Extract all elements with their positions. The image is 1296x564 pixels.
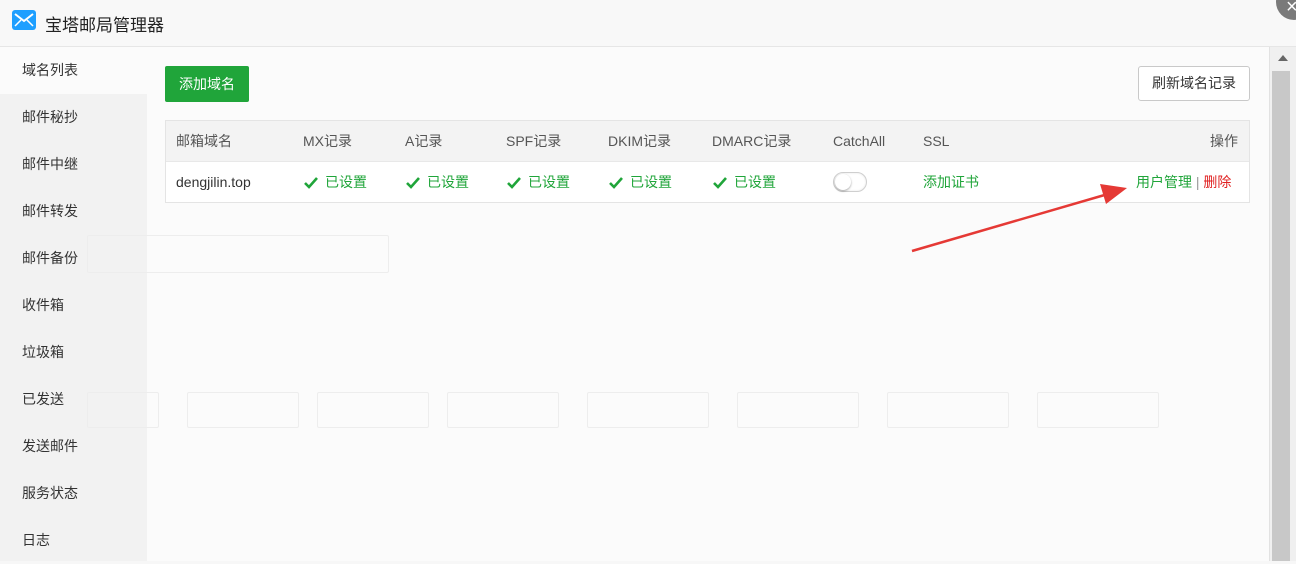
check-icon xyxy=(406,177,420,190)
main-content: 添加域名 刷新域名记录 邮箱域名 MX记录 A记录 SPF记录 DKIM记录 D… xyxy=(87,47,1269,561)
background-overlay-box xyxy=(87,392,159,428)
spf-status: 已设置 xyxy=(506,162,570,202)
refresh-domain-records-button[interactable]: 刷新域名记录 xyxy=(1138,66,1250,101)
background-overlay-box xyxy=(447,392,559,428)
check-icon xyxy=(507,177,521,190)
table-header: 邮箱域名 MX记录 A记录 SPF记录 DKIM记录 DMARC记录 Catch… xyxy=(166,121,1249,162)
background-overlay-box xyxy=(317,392,429,428)
catchall-toggle[interactable] xyxy=(833,172,867,192)
dkim-status-text: 已设置 xyxy=(630,174,672,190)
domain-table: 邮箱域名 MX记录 A记录 SPF记录 DKIM记录 DMARC记录 Catch… xyxy=(165,120,1250,203)
mx-status: 已设置 xyxy=(303,162,367,202)
sidebar-item-spam[interactable]: 垃圾箱 xyxy=(0,329,147,376)
header-catchall: CatchAll xyxy=(833,133,886,149)
window-title: 宝塔邮局管理器 xyxy=(45,16,164,35)
scrollbar-thumb[interactable] xyxy=(1272,71,1290,561)
background-overlay-box xyxy=(1037,392,1159,428)
background-overlay-box xyxy=(87,235,389,273)
window-titlebar: 宝塔邮局管理器 xyxy=(0,0,1296,47)
row-actions: 用户管理 | 删除 xyxy=(1136,162,1231,202)
sidebar-item-relay[interactable]: 邮件中继 xyxy=(0,141,147,188)
sidebar-item-service-status[interactable]: 服务状态 xyxy=(0,470,147,517)
sidebar-item-domain-list[interactable]: 域名列表 xyxy=(0,47,147,94)
sidebar-item-forward[interactable]: 邮件转发 xyxy=(0,188,147,235)
spf-status-text: 已设置 xyxy=(528,174,570,190)
header-a: A记录 xyxy=(405,133,443,149)
check-icon xyxy=(609,177,623,190)
user-management-link[interactable]: 用户管理 xyxy=(1136,174,1192,190)
vertical-scrollbar[interactable] xyxy=(1269,47,1296,561)
background-overlay-box xyxy=(587,392,709,428)
background-overlay-box xyxy=(737,392,859,428)
dmarc-status-text: 已设置 xyxy=(734,174,776,190)
header-ssl: SSL xyxy=(923,133,950,149)
dkim-status: 已设置 xyxy=(608,162,672,202)
header-domain: 邮箱域名 xyxy=(176,133,232,149)
check-icon xyxy=(304,177,318,190)
scroll-up-icon[interactable] xyxy=(1278,55,1288,61)
sidebar: 域名列表 邮件秘抄 邮件中继 邮件转发 邮件备份 收件箱 垃圾箱 已发送 发送邮… xyxy=(0,47,147,561)
action-separator: | xyxy=(1195,174,1200,190)
background-overlay-box xyxy=(187,392,299,428)
check-icon xyxy=(713,177,727,190)
dmarc-status: 已设置 xyxy=(712,162,776,202)
add-certificate-link[interactable]: 添加证书 xyxy=(923,162,979,202)
header-spf: SPF记录 xyxy=(506,133,562,149)
sidebar-item-bcc[interactable]: 邮件秘抄 xyxy=(0,94,147,141)
sidebar-item-inbox[interactable]: 收件箱 xyxy=(0,282,147,329)
domain-name: dengjilin.top xyxy=(176,174,251,190)
a-status: 已设置 xyxy=(405,162,469,202)
mail-icon xyxy=(12,10,36,30)
delete-link[interactable]: 删除 xyxy=(1203,174,1231,190)
toggle-knob xyxy=(835,174,851,190)
header-mx: MX记录 xyxy=(303,133,352,149)
table-row: dengjilin.top 已设置 已设置 已设置 已设置 已设置 添加证书 用… xyxy=(166,162,1249,202)
header-dkim: DKIM记录 xyxy=(608,133,671,149)
a-status-text: 已设置 xyxy=(427,174,469,190)
mx-status-text: 已设置 xyxy=(325,174,367,190)
sidebar-item-log[interactable]: 日志 xyxy=(0,517,147,564)
add-domain-button[interactable]: 添加域名 xyxy=(165,66,249,102)
header-ops: 操作 xyxy=(1210,133,1238,149)
header-dmarc: DMARC记录 xyxy=(712,133,792,149)
sidebar-item-compose[interactable]: 发送邮件 xyxy=(0,423,147,470)
background-overlay-box xyxy=(887,392,1009,428)
